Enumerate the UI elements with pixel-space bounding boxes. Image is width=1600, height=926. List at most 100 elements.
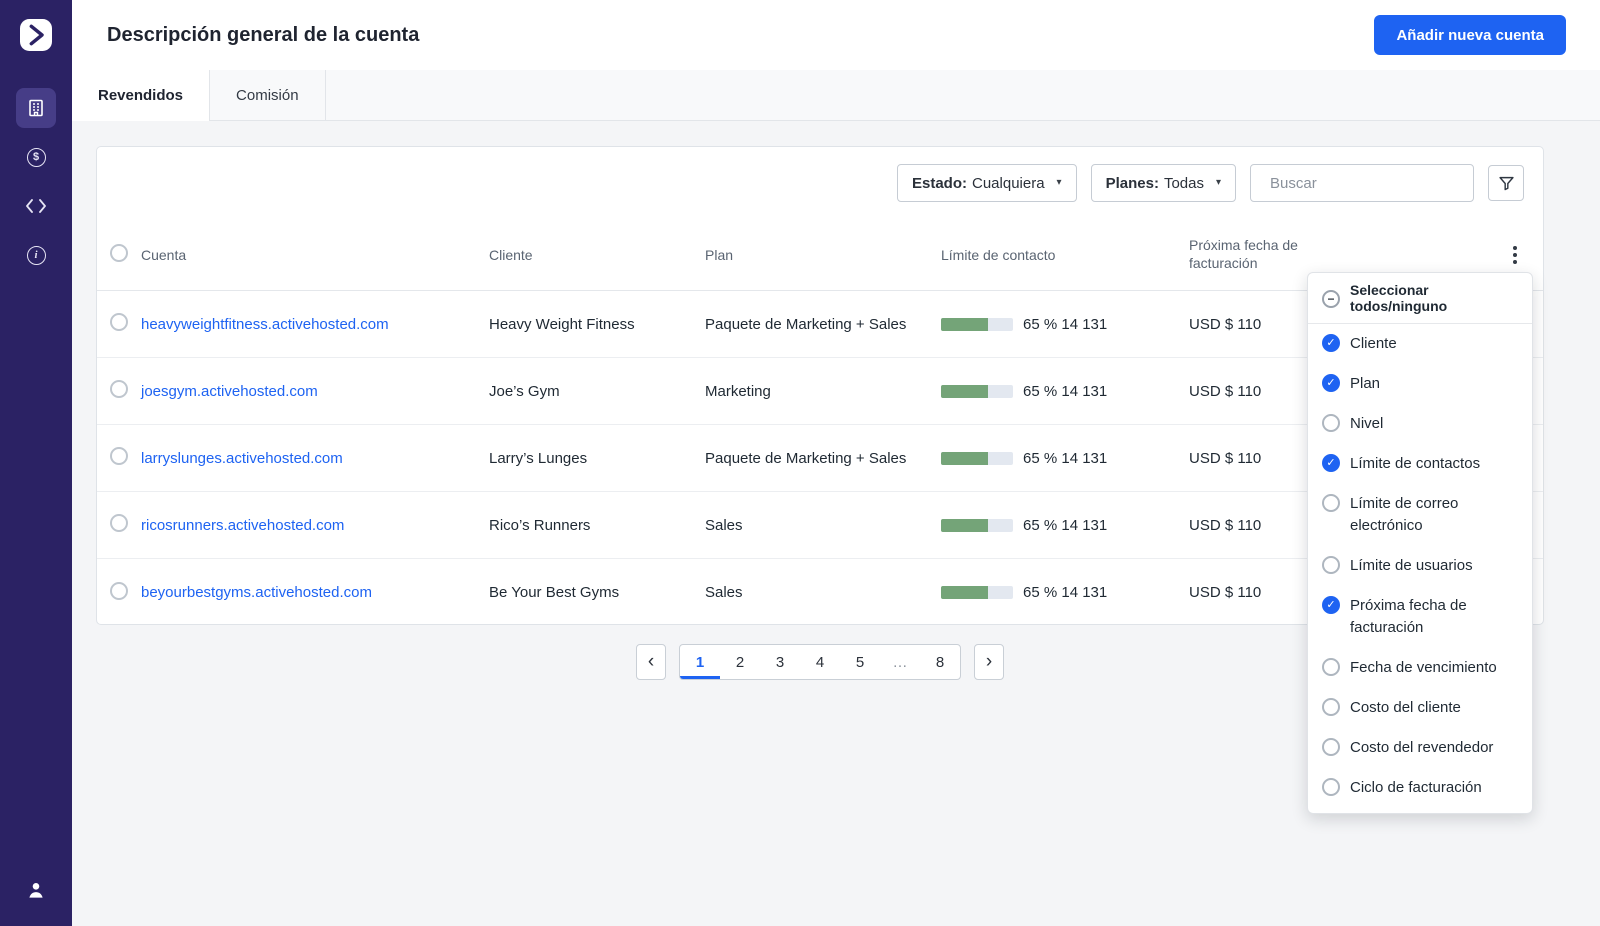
page-title: Descripción general de la cuenta bbox=[107, 23, 420, 46]
contact-progress-bar bbox=[941, 317, 1013, 331]
column-menu-item-label: Costo del revendedor bbox=[1350, 739, 1494, 756]
client-cell: Heavy Weight Fitness bbox=[489, 315, 635, 333]
logo-icon bbox=[20, 19, 52, 51]
planes-filter-dropdown[interactable]: Planes: Todas ▾ bbox=[1090, 164, 1236, 202]
select-all-checkbox[interactable] bbox=[110, 244, 128, 262]
contact-progress-bar bbox=[941, 451, 1013, 465]
column-menu-item[interactable]: Fecha de vencimiento bbox=[1308, 648, 1532, 688]
sidebar-item-info[interactable]: i bbox=[16, 235, 56, 275]
account-link[interactable]: heavyweightfitness.activehosted.com bbox=[141, 316, 389, 333]
row-checkbox[interactable] bbox=[110, 380, 128, 398]
column-menu-item-label: Costo del cliente bbox=[1350, 699, 1461, 716]
account-link[interactable]: ricosrunners.activehosted.com bbox=[141, 517, 344, 534]
pagination-pages: 1 2 3 4 5… 8 bbox=[679, 644, 961, 680]
column-menu-item-label: Límite de contactos bbox=[1350, 455, 1481, 472]
tabstrip: Revendidos Comisión bbox=[72, 70, 1600, 121]
sidebar-item-profile[interactable] bbox=[16, 870, 56, 910]
column-menu-item[interactable]: Límite de correo electrónico bbox=[1308, 484, 1532, 546]
column-menu-item[interactable]: Costo del revendedor bbox=[1308, 728, 1532, 768]
sidebar: $ i bbox=[0, 0, 72, 926]
chevron-down-icon: ▾ bbox=[1215, 177, 1221, 188]
account-link[interactable]: joesgym.activehosted.com bbox=[141, 383, 318, 400]
activecampaign-logo[interactable] bbox=[19, 18, 53, 52]
code-icon bbox=[26, 199, 46, 213]
page-header: Descripción general de la cuenta Añadir … bbox=[72, 0, 1600, 70]
pagination-page-3[interactable]: 3 bbox=[760, 645, 800, 679]
column-menu-item[interactable]: ✓ Próxima fecha de facturación bbox=[1308, 586, 1532, 648]
column-menu-item[interactable]: Ciclo de facturación bbox=[1308, 768, 1532, 808]
estado-filter-label: Estado: bbox=[911, 174, 967, 192]
contact-progress-bar bbox=[941, 518, 1013, 532]
pagination-page-8[interactable]: 8 bbox=[920, 645, 960, 679]
checkbox-checked[interactable]: ✓ bbox=[1322, 454, 1340, 472]
pagination-page-4[interactable]: 4 bbox=[800, 645, 840, 679]
filter-columns-button[interactable] bbox=[1488, 165, 1524, 201]
info-circle-icon: i bbox=[26, 245, 46, 265]
pagination-ellipsis: … bbox=[880, 645, 920, 679]
row-checkbox[interactable] bbox=[110, 581, 128, 600]
estado-filter-value: Cualquiera bbox=[972, 174, 1045, 192]
pagination-page-1[interactable]: 1 bbox=[680, 645, 720, 679]
pagination-next-button[interactable]: › bbox=[974, 644, 1004, 680]
pagination-prev-button[interactable]: ‹ bbox=[636, 644, 666, 680]
pagination-page-5[interactable]: 5 bbox=[840, 645, 880, 679]
column-menu-item[interactable]: ✓ Cliente bbox=[1308, 324, 1532, 364]
column-menu-item[interactable]: Nivel bbox=[1308, 404, 1532, 444]
plan-cell: Paquete de Marketing + Sales bbox=[705, 315, 907, 333]
estado-filter-dropdown[interactable]: Estado: Cualquiera ▾ bbox=[896, 164, 1077, 202]
account-link[interactable]: beyourbestgyms.activehosted.com bbox=[141, 584, 372, 601]
column-menu-item[interactable]: Costo del cliente bbox=[1308, 688, 1532, 728]
dollar-circle-icon: $ bbox=[26, 147, 46, 167]
building-icon bbox=[29, 99, 43, 117]
select-all-columns-label: Seleccionar todos/ninguno bbox=[1350, 282, 1448, 314]
row-checkbox[interactable] bbox=[110, 514, 128, 532]
add-account-button[interactable]: Añadir nueva cuenta bbox=[1374, 15, 1566, 55]
sidebar-item-billing[interactable]: $ bbox=[16, 137, 56, 177]
contact-progress-fill bbox=[941, 518, 988, 532]
indeterminate-checkbox[interactable]: − bbox=[1322, 289, 1340, 308]
column-header-proxima: Próxima fecha de facturación bbox=[1189, 237, 1298, 271]
chevron-right-icon: › bbox=[985, 651, 993, 672]
checkbox-unchecked[interactable] bbox=[1322, 494, 1340, 512]
select-all-columns-item[interactable]: − Seleccionar todos/ninguno bbox=[1308, 273, 1532, 324]
chevron-down-icon: ▾ bbox=[1056, 177, 1062, 188]
checkbox-unchecked[interactable] bbox=[1322, 738, 1340, 756]
column-header-limite: Límite de contacto bbox=[941, 246, 1056, 263]
checkbox-checked[interactable]: ✓ bbox=[1322, 374, 1340, 392]
checkbox-unchecked[interactable] bbox=[1322, 778, 1340, 796]
column-header-cliente: Cliente bbox=[489, 246, 533, 263]
column-header-cuenta: Cuenta bbox=[141, 246, 187, 263]
tab-revendidos[interactable]: Revendidos bbox=[72, 70, 211, 121]
column-menu-item-label: Fecha de vencimiento bbox=[1350, 659, 1497, 676]
tab-comision[interactable]: Comisión bbox=[210, 70, 326, 120]
checkbox-unchecked[interactable] bbox=[1322, 658, 1340, 676]
checkbox-unchecked[interactable] bbox=[1322, 698, 1340, 716]
sidebar-item-accounts[interactable] bbox=[16, 88, 56, 128]
column-menu-item[interactable]: ✓ Plan bbox=[1308, 364, 1532, 404]
column-menu-list: ✓ Cliente ✓ Plan Nivel ✓ Límite de contactos Lí… bbox=[1308, 324, 1532, 808]
contact-usage-label: 65 % 14 131 bbox=[1023, 584, 1108, 601]
client-cell: Rico’s Runners bbox=[489, 516, 591, 534]
column-settings-button[interactable] bbox=[1509, 242, 1521, 268]
column-menu-item-label: Cliente bbox=[1350, 335, 1397, 352]
column-menu-item-label: Límite de usuarios bbox=[1350, 557, 1473, 574]
checkbox-unchecked[interactable] bbox=[1322, 414, 1340, 432]
filter-bar: Estado: Cualquiera ▾ Planes: Todas ▾ bbox=[97, 147, 1543, 219]
account-link[interactable]: larryslunges.activehosted.com bbox=[141, 450, 343, 467]
checkbox-checked[interactable]: ✓ bbox=[1322, 596, 1340, 614]
pagination-page-2[interactable]: 2 bbox=[720, 645, 760, 679]
row-checkbox[interactable] bbox=[110, 313, 128, 331]
column-menu-item-label: Nivel bbox=[1350, 415, 1384, 432]
sidebar-nav: $ i bbox=[16, 88, 56, 275]
chevron-left-icon: ‹ bbox=[647, 651, 655, 672]
contact-usage-label: 65 % 14 131 bbox=[1023, 382, 1108, 400]
checkbox-checked[interactable]: ✓ bbox=[1322, 334, 1340, 352]
column-menu-item[interactable]: ✓ Límite de contactos bbox=[1308, 444, 1532, 484]
person-icon bbox=[29, 883, 43, 898]
contact-usage-label: 65 % 14 131 bbox=[1023, 516, 1108, 534]
row-checkbox[interactable] bbox=[110, 447, 128, 465]
sidebar-item-developer[interactable] bbox=[16, 186, 56, 226]
search-input[interactable] bbox=[1270, 174, 1469, 192]
checkbox-unchecked[interactable] bbox=[1322, 556, 1340, 574]
column-menu-item[interactable]: Límite de usuarios bbox=[1308, 546, 1532, 586]
